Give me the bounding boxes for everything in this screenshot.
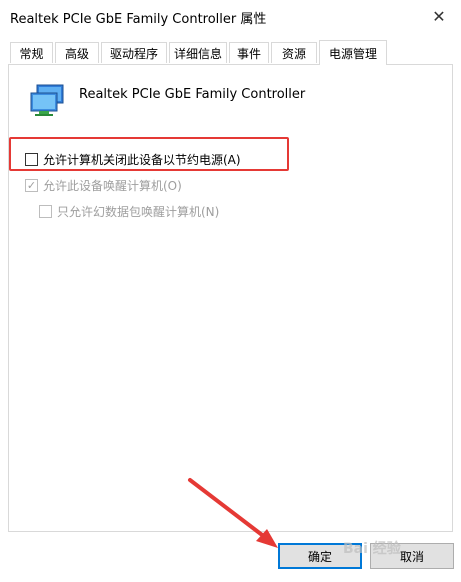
tab-strip: 常规 高级 驱动程序 详细信息 事件 资源 电源管理	[0, 40, 461, 65]
window-title: Realtek PCIe GbE Family Controller 属性	[10, 12, 267, 27]
device-name: Realtek PCIe GbE Family Controller	[79, 87, 306, 102]
tab-power-management[interactable]: 电源管理	[319, 40, 387, 65]
allow-power-off-label: 允许计算机关闭此设备以节约电源(A)	[43, 153, 241, 167]
allow-power-off-checkbox[interactable]	[25, 153, 38, 166]
allow-power-off-option[interactable]: 允许计算机关闭此设备以节约电源(A)	[25, 151, 241, 168]
magic-packet-option[interactable]: 只允许幻数据包唤醒计算机(N)	[39, 203, 219, 220]
magic-packet-label: 只允许幻数据包唤醒计算机(N)	[57, 205, 220, 219]
tab-advanced[interactable]: 高级	[55, 42, 99, 63]
allow-wake-checkbox[interactable]: ✓	[25, 179, 38, 192]
tab-details[interactable]: 详细信息	[169, 42, 227, 63]
magic-packet-checkbox[interactable]	[39, 205, 52, 218]
network-adapter-icon	[30, 84, 64, 116]
power-management-panel: Realtek PCIe GbE Family Controller	[8, 64, 453, 532]
tab-events[interactable]: 事件	[229, 42, 269, 63]
tab-driver[interactable]: 驱动程序	[101, 42, 167, 63]
cancel-button[interactable]: 取消	[370, 543, 454, 569]
close-button[interactable]: ✕	[417, 0, 461, 32]
close-icon: ✕	[432, 6, 446, 26]
tab-general[interactable]: 常规	[10, 42, 53, 63]
ok-button[interactable]: 确定	[278, 543, 362, 569]
title-bar: Realtek PCIe GbE Family Controller 属性 ✕	[0, 0, 461, 32]
allow-wake-option[interactable]: ✓ 允许此设备唤醒计算机(O)	[25, 177, 182, 194]
allow-wake-label: 允许此设备唤醒计算机(O)	[43, 179, 182, 193]
tab-resources[interactable]: 资源	[271, 42, 317, 63]
